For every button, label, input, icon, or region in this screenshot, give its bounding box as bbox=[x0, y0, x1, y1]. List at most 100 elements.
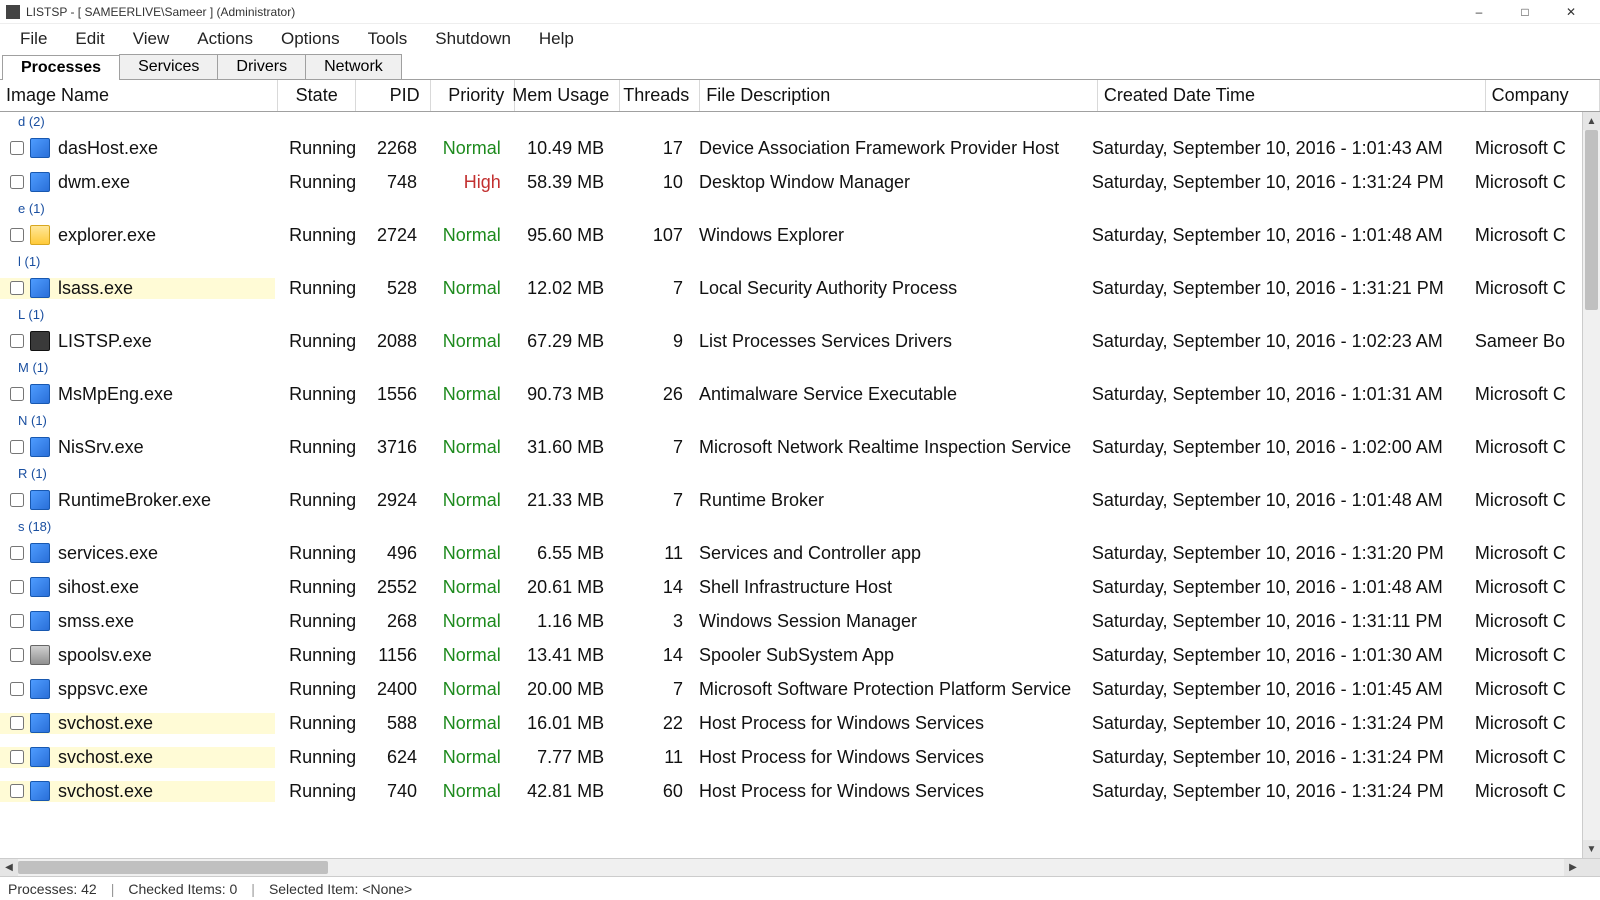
menu-actions[interactable]: Actions bbox=[183, 25, 267, 53]
process-row[interactable]: MsMpEng.exeRunning1556Normal90.73 MB26An… bbox=[0, 377, 1582, 411]
row-checkbox[interactable] bbox=[10, 716, 24, 730]
row-checkbox[interactable] bbox=[10, 334, 24, 348]
tab-processes[interactable]: Processes bbox=[2, 55, 120, 80]
process-pid: 2924 bbox=[353, 490, 427, 511]
group-header[interactable]: N (1) bbox=[0, 411, 1582, 430]
row-checkbox[interactable] bbox=[10, 387, 24, 401]
maximize-button[interactable]: □ bbox=[1502, 0, 1548, 24]
process-mem: 31.60 MB bbox=[511, 437, 614, 458]
process-created: Saturday, September 10, 2016 - 1:01:48 A… bbox=[1086, 490, 1469, 511]
process-row[interactable]: lsass.exeRunning528Normal12.02 MB7Local … bbox=[0, 271, 1582, 305]
process-pid: 1156 bbox=[353, 645, 427, 666]
process-row[interactable]: svchost.exeRunning624Normal7.77 MB11Host… bbox=[0, 740, 1582, 774]
close-button[interactable]: ✕ bbox=[1548, 0, 1594, 24]
row-checkbox[interactable] bbox=[10, 614, 24, 628]
group-header[interactable]: L (1) bbox=[0, 305, 1582, 324]
process-state: Running bbox=[275, 577, 353, 598]
process-mem: 10.49 MB bbox=[511, 138, 614, 159]
process-pid: 2400 bbox=[353, 679, 427, 700]
process-icon bbox=[30, 645, 50, 665]
col-header-mem-usage[interactable]: Mem Usage bbox=[515, 80, 620, 111]
row-checkbox[interactable] bbox=[10, 281, 24, 295]
process-name: svchost.exe bbox=[58, 713, 153, 734]
process-row[interactable]: sihost.exeRunning2552Normal20.61 MB14She… bbox=[0, 570, 1582, 604]
process-company: Microsoft C bbox=[1469, 225, 1582, 246]
process-row[interactable]: RuntimeBroker.exeRunning2924Normal21.33 … bbox=[0, 483, 1582, 517]
row-checkbox[interactable] bbox=[10, 750, 24, 764]
process-row[interactable]: dwm.exeRunning748High58.39 MB10Desktop W… bbox=[0, 165, 1582, 199]
group-header[interactable]: R (1) bbox=[0, 464, 1582, 483]
row-checkbox[interactable] bbox=[10, 440, 24, 454]
row-checkbox[interactable] bbox=[10, 141, 24, 155]
status-checked: Checked Items: 0 bbox=[128, 881, 237, 897]
process-company: Microsoft C bbox=[1469, 138, 1582, 159]
process-row[interactable]: sppsvc.exeRunning2400Normal20.00 MB7Micr… bbox=[0, 672, 1582, 706]
process-icon bbox=[30, 679, 50, 699]
process-row[interactable]: dasHost.exeRunning2268Normal10.49 MB17De… bbox=[0, 131, 1582, 165]
h-scrollbar-thumb[interactable] bbox=[18, 861, 328, 874]
col-header-priority[interactable]: Priority bbox=[431, 80, 516, 111]
scroll-right-arrow-icon[interactable]: ▶ bbox=[1564, 859, 1582, 876]
process-row[interactable]: LISTSP.exeRunning2088Normal67.29 MB9List… bbox=[0, 324, 1582, 358]
process-row[interactable]: smss.exeRunning268Normal1.16 MB3Windows … bbox=[0, 604, 1582, 638]
col-header-file-description[interactable]: File Description bbox=[700, 80, 1098, 111]
process-created: Saturday, September 10, 2016 - 1:01:30 A… bbox=[1086, 645, 1469, 666]
process-pid: 2268 bbox=[353, 138, 427, 159]
process-name: svchost.exe bbox=[58, 747, 153, 768]
group-header[interactable]: l (1) bbox=[0, 252, 1582, 271]
menu-options[interactable]: Options bbox=[267, 25, 354, 53]
row-checkbox[interactable] bbox=[10, 648, 24, 662]
col-header-threads[interactable]: Threads bbox=[620, 80, 700, 111]
menu-edit[interactable]: Edit bbox=[61, 25, 118, 53]
status-selected: Selected Item: <None> bbox=[269, 881, 412, 897]
row-checkbox[interactable] bbox=[10, 784, 24, 798]
vertical-scrollbar[interactable]: ▲ ▼ bbox=[1582, 112, 1600, 858]
process-priority: Normal bbox=[427, 278, 511, 299]
process-row[interactable]: spoolsv.exeRunning1156Normal13.41 MB14Sp… bbox=[0, 638, 1582, 672]
row-checkbox[interactable] bbox=[10, 580, 24, 594]
col-header-created-date-time[interactable]: Created Date Time bbox=[1098, 80, 1486, 111]
col-header-company[interactable]: Company bbox=[1486, 80, 1600, 111]
process-state: Running bbox=[275, 172, 353, 193]
process-row[interactable]: services.exeRunning496Normal6.55 MB11Ser… bbox=[0, 536, 1582, 570]
process-company: Microsoft C bbox=[1469, 172, 1582, 193]
process-company: Microsoft C bbox=[1469, 490, 1582, 511]
window-title: LISTSP - [ SAMEERLIVE\Sameer ] (Administ… bbox=[26, 5, 295, 19]
process-name: dasHost.exe bbox=[58, 138, 158, 159]
scroll-left-arrow-icon[interactable]: ◀ bbox=[0, 859, 18, 876]
minimize-button[interactable]: – bbox=[1456, 0, 1502, 24]
col-header-image-name[interactable]: Image Name bbox=[0, 80, 278, 111]
tab-services[interactable]: Services bbox=[119, 54, 218, 79]
group-header[interactable]: e (1) bbox=[0, 199, 1582, 218]
process-row[interactable]: explorer.exeRunning2724Normal95.60 MB107… bbox=[0, 218, 1582, 252]
col-header-state[interactable]: State bbox=[278, 80, 356, 111]
process-pid: 2088 bbox=[353, 331, 427, 352]
col-header-pid[interactable]: PID bbox=[356, 80, 431, 111]
process-row[interactable]: svchost.exeRunning740Normal42.81 MB60Hos… bbox=[0, 774, 1582, 808]
row-checkbox[interactable] bbox=[10, 228, 24, 242]
process-name: dwm.exe bbox=[58, 172, 130, 193]
scroll-up-arrow-icon[interactable]: ▲ bbox=[1583, 112, 1600, 130]
menu-tools[interactable]: Tools bbox=[354, 25, 422, 53]
group-header[interactable]: s (18) bbox=[0, 517, 1582, 536]
menu-shutdown[interactable]: Shutdown bbox=[421, 25, 525, 53]
title-bar: LISTSP - [ SAMEERLIVE\Sameer ] (Administ… bbox=[0, 0, 1600, 24]
process-description: Host Process for Windows Services bbox=[693, 713, 1086, 734]
process-description: Services and Controller app bbox=[693, 543, 1086, 564]
scrollbar-thumb[interactable] bbox=[1585, 130, 1598, 310]
process-row[interactable]: NisSrv.exeRunning3716Normal31.60 MB7Micr… bbox=[0, 430, 1582, 464]
menu-view[interactable]: View bbox=[119, 25, 184, 53]
scroll-down-arrow-icon[interactable]: ▼ bbox=[1583, 840, 1600, 858]
menu-file[interactable]: File bbox=[6, 25, 61, 53]
row-checkbox[interactable] bbox=[10, 493, 24, 507]
menu-help[interactable]: Help bbox=[525, 25, 588, 53]
tab-network[interactable]: Network bbox=[305, 54, 402, 79]
group-header[interactable]: M (1) bbox=[0, 358, 1582, 377]
horizontal-scrollbar[interactable]: ◀ ▶ bbox=[0, 858, 1600, 876]
tab-drivers[interactable]: Drivers bbox=[217, 54, 306, 79]
row-checkbox[interactable] bbox=[10, 175, 24, 189]
group-header[interactable]: d (2) bbox=[0, 112, 1582, 131]
row-checkbox[interactable] bbox=[10, 546, 24, 560]
process-row[interactable]: svchost.exeRunning588Normal16.01 MB22Hos… bbox=[0, 706, 1582, 740]
row-checkbox[interactable] bbox=[10, 682, 24, 696]
